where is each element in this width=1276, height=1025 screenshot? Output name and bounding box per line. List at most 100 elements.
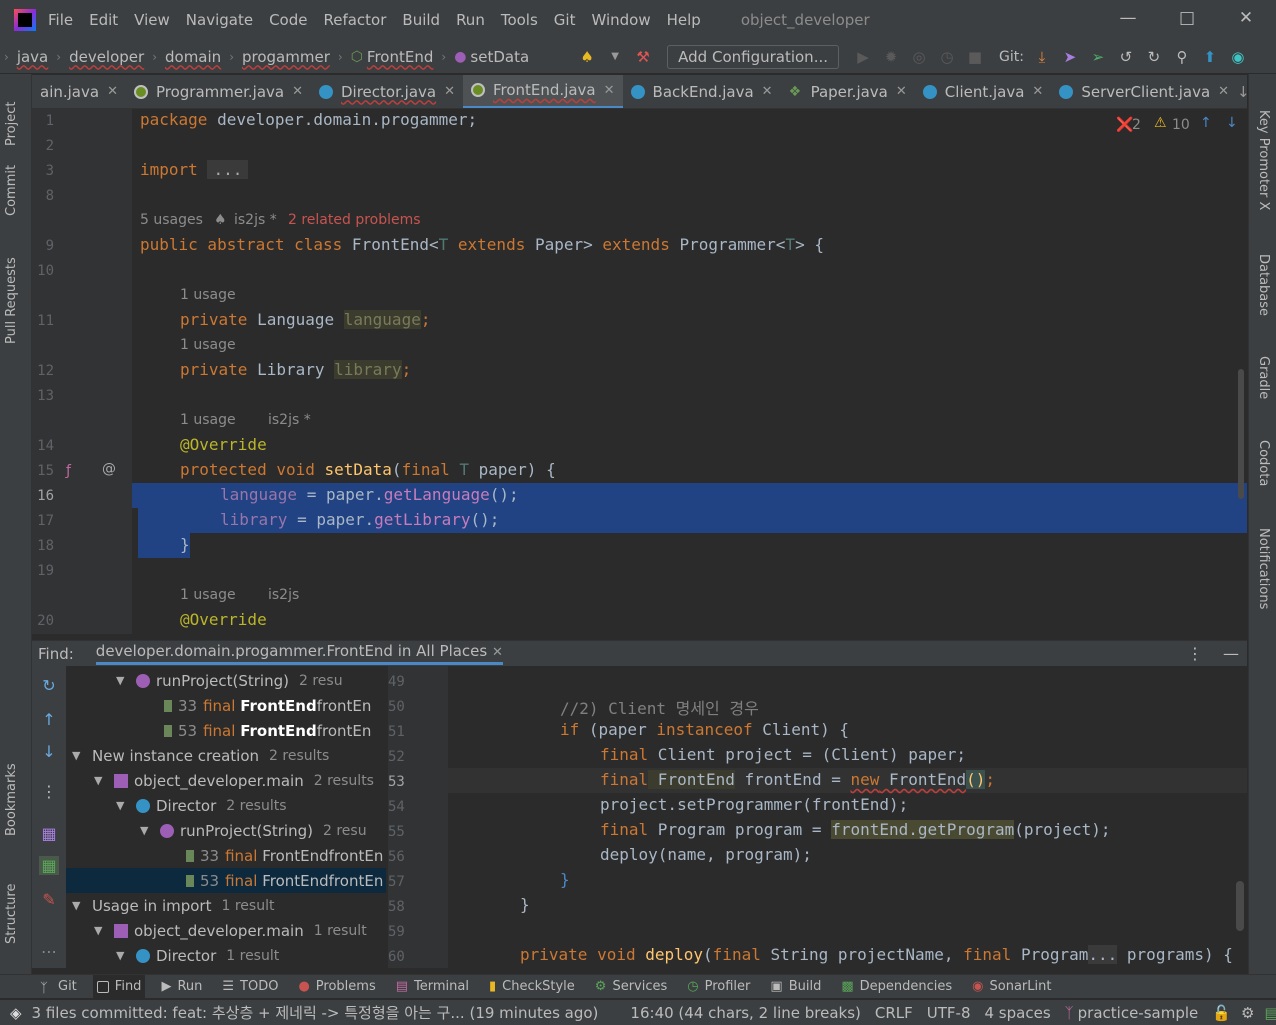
hide-panel-icon[interactable]: — [1223, 644, 1239, 663]
dropdown-icon[interactable]: ▼ [601, 51, 629, 62]
close-tab-icon[interactable]: ✕ [1032, 84, 1043, 99]
layers-icon[interactable]: ◈ [10, 1004, 22, 1022]
next-highlight-icon[interactable]: ↓ [1226, 115, 1238, 131]
git-commit-icon[interactable]: ➤ [1056, 48, 1084, 66]
list-item[interactable]: ▼ New instance creation 2 results [66, 743, 386, 768]
list-item[interactable]: ▼ Director 2 results [66, 793, 386, 818]
terminal-tool-button[interactable]: ▤ Terminal [392, 975, 473, 999]
inspection-icon[interactable]: ⚙ [1241, 1004, 1254, 1022]
usage-hint[interactable]: 1 usage [180, 287, 236, 303]
git-tool-button[interactable]: ᛉ Git [36, 975, 81, 999]
preview-scrollbar[interactable] [1236, 881, 1244, 931]
menu-file[interactable]: File [48, 11, 73, 29]
hammer-icon[interactable]: ⚒ [629, 48, 657, 66]
list-item[interactable]: 33 final FrontEnd frontEn [66, 843, 386, 868]
key-promoter-tool-button[interactable]: Key Promoter X [1256, 110, 1271, 210]
breadcrumb-progammer[interactable]: progammer [242, 48, 330, 66]
pin-icon[interactable]: ✎ [39, 890, 59, 909]
usage-hint[interactable]: 1 usage [180, 337, 236, 353]
menu-git[interactable]: Git [554, 11, 576, 29]
breadcrumb-java[interactable]: java [17, 48, 48, 66]
list-item[interactable]: ▼ object_developer.main 1 result [66, 918, 386, 943]
users-icon[interactable]: ♠ [573, 48, 601, 66]
status-indent[interactable]: 4 spaces [985, 1004, 1051, 1022]
menu-view[interactable]: View [134, 11, 170, 29]
tab-backend-java[interactable]: BackEnd.java ✕ [623, 75, 781, 108]
menu-navigate[interactable]: Navigate [186, 11, 253, 29]
close-tab-icon[interactable]: ✕ [492, 645, 503, 660]
stop-icon[interactable]: ■ [961, 48, 989, 66]
more-options-icon[interactable]: ⋮ [1187, 644, 1203, 663]
previous-highlight-icon[interactable]: ↑ [1200, 115, 1212, 131]
tab-serverclient-java[interactable]: ServerClient.java ✕ [1051, 75, 1237, 108]
list-item[interactable]: ▼ Usage in import 1 result [66, 893, 386, 918]
tab-programmer-java[interactable]: Programmer.java ✕ [126, 75, 311, 108]
search-icon[interactable]: ⚲ [1168, 48, 1196, 66]
database-tool-button[interactable]: Database [1256, 254, 1271, 316]
usages-tree[interactable]: ▼ runProject(String) 2 resu 33 final FrontE… [66, 666, 386, 968]
chevron-down-icon[interactable]: ▼ [116, 674, 130, 687]
close-window-icon[interactable]: ✕ [1231, 8, 1261, 28]
build-tool-button[interactable]: ▣ Build [766, 975, 825, 999]
profiler-tool-button[interactable]: ◷ Profiler [683, 975, 754, 999]
menu-help[interactable]: Help [667, 11, 701, 29]
author-hint[interactable]: is2js * [234, 212, 277, 228]
menu-edit[interactable]: Edit [89, 11, 118, 29]
chevron-down-icon[interactable]: ▼ [116, 949, 130, 962]
checkstyle-tool-button[interactable]: ▮ CheckStyle [485, 975, 579, 999]
breadcrumb-frontend[interactable]: FrontEnd [367, 48, 433, 66]
rerun-icon[interactable]: ↻ [39, 676, 59, 695]
tab-list-icon[interactable]: ↓ [1237, 83, 1247, 101]
git-push-icon[interactable]: ➢ [1084, 48, 1112, 66]
tab-paper-java[interactable]: ❖ Paper.java ✕ [781, 75, 915, 108]
folded-imports[interactable]: ... [207, 160, 249, 179]
problems-hint[interactable]: 2 related problems [288, 212, 421, 228]
author-hint[interactable]: is2js * [268, 412, 311, 428]
chevron-down-icon[interactable]: ▼ [72, 749, 86, 762]
find-results-tab[interactable]: developer.domain.progammer.FrontEnd in A… [95, 642, 503, 665]
author-hint[interactable]: is2js [268, 587, 299, 603]
profile-icon[interactable]: ◷ [933, 48, 961, 66]
close-tab-icon[interactable]: ✕ [1218, 84, 1229, 99]
close-tab-icon[interactable]: ✕ [292, 84, 303, 99]
git-history-icon[interactable]: ↺ [1112, 48, 1140, 66]
pull-requests-tool-button[interactable]: Pull Requests [4, 257, 19, 344]
chevron-down-icon[interactable]: ▼ [94, 774, 108, 787]
editor-scrollbar[interactable] [1238, 369, 1244, 499]
problems-tool-button[interactable]: ● Problems [294, 975, 379, 999]
bookmarks-tool-button[interactable]: Bookmarks [4, 763, 19, 836]
chevron-down-icon[interactable]: ▼ [116, 799, 130, 812]
group-by-icon[interactable]: ▦ [39, 824, 59, 843]
breadcrumb-developer[interactable]: developer [69, 48, 144, 66]
menu-window[interactable]: Window [591, 11, 650, 29]
status-caret-position[interactable]: 16:40 (44 chars, 2 line breaks) [630, 1004, 860, 1022]
git-rollback-icon[interactable]: ↻ [1140, 48, 1168, 66]
error-icon[interactable]: ❌ [1116, 117, 1133, 133]
list-item[interactable]: 53 final FrontEnd frontEn [66, 718, 386, 743]
tab-client-java[interactable]: Client.java ✕ [915, 75, 1052, 108]
previous-occurrence-icon[interactable]: ↑ [39, 710, 59, 729]
chevron-down-icon[interactable]: ▼ [94, 924, 108, 937]
project-tool-button[interactable]: Project [4, 102, 19, 146]
lock-icon[interactable]: 🔓 [1212, 1004, 1231, 1022]
implements-icon[interactable]: @ [102, 461, 116, 477]
override-icon[interactable]: ƒ [66, 463, 71, 479]
list-item[interactable]: 53 final FrontEnd frontEn [66, 868, 386, 893]
run-icon[interactable]: ▶ [849, 48, 877, 66]
run-tool-button[interactable]: ▶ Run [157, 975, 206, 999]
status-line-separator[interactable]: CRLF [875, 1004, 913, 1022]
services-tool-button[interactable]: ⚙ Services [591, 975, 671, 999]
sonarlint-tool-button[interactable]: ◉ SonarLint [968, 975, 1055, 999]
menu-run[interactable]: Run [456, 11, 485, 29]
todo-tool-button[interactable]: ☰ TODO [218, 975, 282, 999]
close-tab-icon[interactable]: ✕ [604, 83, 615, 98]
menu-code[interactable]: Code [269, 11, 307, 29]
close-tab-icon[interactable]: ✕ [896, 84, 907, 99]
usage-preview[interactable]: 49 50 51 52 53 54 55 56 57 58 59 60 //2)… [388, 666, 1247, 968]
next-occurrence-icon[interactable]: ↓ [39, 742, 59, 761]
warning-icon[interactable]: ⚠ [1154, 115, 1167, 131]
close-tab-icon[interactable]: ✕ [762, 84, 773, 99]
list-item[interactable]: ▼ Director 1 result [66, 943, 386, 968]
close-tab-icon[interactable]: ✕ [107, 84, 118, 99]
overflow-icon[interactable]: ⋯ [39, 942, 59, 961]
